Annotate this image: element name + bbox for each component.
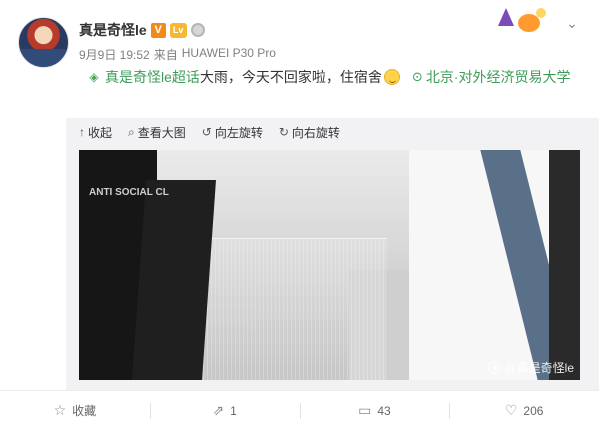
collapse-label: 收起 (88, 125, 113, 140)
rotate-right-label: 向右旋转 (291, 125, 340, 140)
star-icon: ☆ (53, 402, 67, 418)
location-pin-icon: ⊙ (411, 69, 423, 84)
action-bar: ☆ 收藏 ⇗ 1 ▭ 43 ♡ 206 (0, 390, 599, 430)
post-photo[interactable]: ANTI SOCIAL CL ◉ @真是奇怪le (79, 150, 580, 380)
chevron-down-icon[interactable]: ⌄ (563, 14, 581, 32)
rotate-left-icon: ↺ (201, 125, 212, 139)
source-prefix: 来自 (153, 48, 178, 62)
smile-emoji-icon (383, 69, 400, 85)
weibo-logo-icon: ◉ (488, 361, 502, 374)
repost-count: 1 (230, 403, 237, 418)
comment-button[interactable]: ▭ 43 (299, 391, 450, 430)
user-name[interactable]: 真是奇怪le (79, 20, 147, 40)
rotate-right-button[interactable]: ↻ 向右旋转 (279, 123, 340, 141)
avatar[interactable] (18, 17, 69, 68)
medal-icon[interactable] (190, 23, 205, 37)
like-count: 206 (523, 403, 544, 418)
post-time[interactable]: 9月9日 19:52 (79, 46, 150, 63)
location-link[interactable]: 北京·对外经济贸易大学 (426, 67, 571, 87)
rotate-left-button[interactable]: ↺ 向左旋转 (202, 123, 263, 141)
repost-icon: ⇗ (212, 402, 225, 418)
photo-shirt-print: ANTI SOCIAL CL (89, 187, 169, 198)
member-level-icon[interactable]: Lv (169, 22, 187, 38)
like-button[interactable]: ♡ 206 (449, 391, 599, 430)
halloween-decoration-icon (492, 6, 552, 36)
favorite-button[interactable]: ☆ 收藏 (0, 391, 150, 430)
favorite-label: 收藏 (72, 404, 97, 418)
comment-count: 43 (377, 403, 391, 418)
view-large-label: 查看大图 (137, 125, 186, 140)
watermark-text: @真是奇怪le (504, 361, 574, 375)
arrow-up-icon: ↑ (79, 125, 85, 139)
photo-dark-corner (549, 150, 580, 380)
post-meta: 9月9日 19:52 来自 HUAWEI P30 Pro (79, 46, 276, 63)
super-topic-icon: ◈ (89, 70, 99, 84)
verified-badge-icon[interactable]: V (150, 22, 166, 38)
repost-button[interactable]: ⇗ 1 (149, 391, 300, 430)
photo-mosquito-net (187, 238, 387, 380)
magnifier-icon: ⌕ (128, 124, 135, 139)
photo-watermark: ◉ @真是奇怪le (488, 359, 574, 376)
comment-icon: ▭ (358, 402, 372, 418)
post-content: ◈ 真是奇怪le超话 大雨，今天不回家啦，住宿舍 ⊙ 北京·对外经济贸易大学 (87, 66, 570, 88)
rotate-left-label: 向左旋转 (214, 125, 263, 140)
photo-black-shirt-2 (132, 180, 216, 380)
media-toolbar: ↑ 收起 ⌕ 查看大图 ↺ 向左旋转 ↻ 向右旋转 (79, 123, 340, 141)
view-large-button[interactable]: ⌕ 查看大图 (128, 123, 186, 141)
thumbs-up-icon: ♡ (504, 402, 518, 418)
post-text: 大雨，今天不回家啦，住宿舍 (199, 69, 382, 85)
user-name-row: 真是奇怪le V Lv (79, 20, 205, 40)
device-name: HUAWEI P30 Pro (181, 46, 276, 60)
weibo-post-card: 真是奇怪le V Lv 9月9日 19:52 来自 HUAWEI P30 Pro… (0, 0, 599, 430)
rotate-right-icon: ↻ (278, 125, 289, 139)
collapse-button[interactable]: ↑ 收起 (79, 123, 112, 141)
topic-link[interactable]: 真是奇怪le超话 (105, 67, 200, 87)
